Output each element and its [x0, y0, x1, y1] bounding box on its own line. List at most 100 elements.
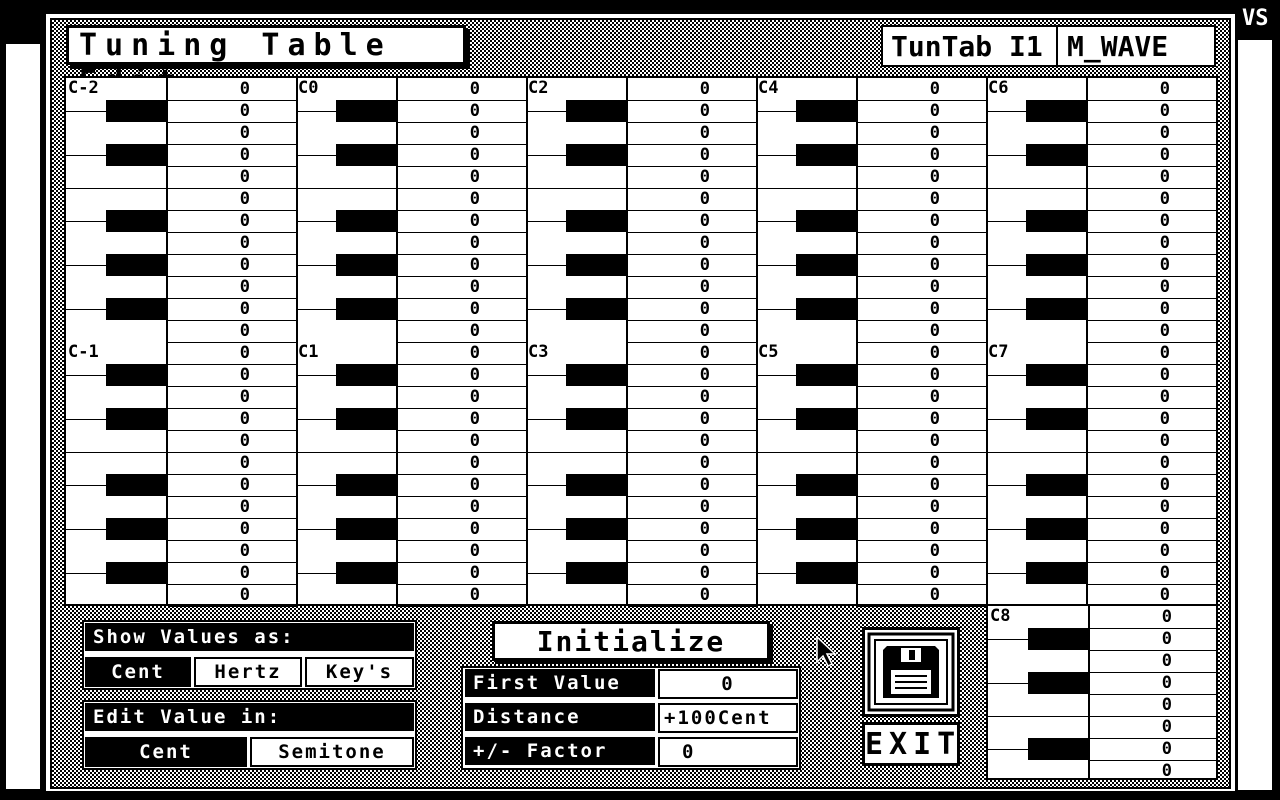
note-value-row[interactable]: 0: [168, 452, 296, 475]
note-value-row[interactable]: 0: [168, 100, 296, 123]
note-value-row[interactable]: 0: [398, 100, 526, 123]
black-key[interactable]: [336, 210, 396, 232]
note-value-row[interactable]: 0: [1088, 452, 1216, 475]
note-value-row[interactable]: 0: [398, 298, 526, 321]
note-value-row[interactable]: 0: [628, 166, 756, 189]
note-value-row[interactable]: 0: [628, 254, 756, 277]
black-key[interactable]: [336, 144, 396, 166]
note-value-row[interactable]: 0: [1088, 364, 1216, 387]
black-key[interactable]: [106, 298, 166, 320]
note-value-row[interactable]: 0: [1088, 254, 1216, 277]
black-key[interactable]: [106, 210, 166, 232]
note-value-row[interactable]: 0: [628, 452, 756, 475]
note-value-row[interactable]: 0: [1090, 716, 1216, 739]
note-value-row[interactable]: 0: [398, 408, 526, 431]
black-key[interactable]: [336, 408, 396, 430]
note-value-row[interactable]: 0: [168, 298, 296, 321]
note-value-row[interactable]: 0: [168, 78, 296, 101]
note-value-row[interactable]: 0: [858, 100, 986, 123]
edit-cent-button[interactable]: Cent: [85, 737, 247, 767]
note-value-row[interactable]: 0: [168, 276, 296, 299]
show-hertz-button[interactable]: Hertz: [194, 657, 302, 687]
note-value-row[interactable]: 0: [858, 320, 986, 343]
note-value-row[interactable]: 0: [858, 474, 986, 497]
black-key[interactable]: [796, 474, 856, 496]
note-value-row[interactable]: 0: [398, 452, 526, 475]
note-value-row[interactable]: 0: [858, 540, 986, 563]
black-key[interactable]: [106, 364, 166, 386]
note-value-row[interactable]: 0: [398, 232, 526, 255]
note-value-row[interactable]: 0: [398, 320, 526, 343]
black-key[interactable]: [796, 210, 856, 232]
note-value-row[interactable]: 0: [1088, 166, 1216, 189]
save-disk-button[interactable]: [862, 627, 960, 717]
black-key[interactable]: [796, 100, 856, 122]
note-value-row[interactable]: 0: [858, 562, 986, 585]
edit-semitone-button[interactable]: Semitone: [250, 737, 414, 767]
black-key[interactable]: [566, 562, 626, 584]
note-value-row[interactable]: 0: [628, 276, 756, 299]
black-key[interactable]: [336, 518, 396, 540]
note-value-row[interactable]: 0: [168, 188, 296, 211]
note-value-row[interactable]: 0: [628, 364, 756, 387]
note-value-row[interactable]: 0: [398, 386, 526, 409]
black-key[interactable]: [796, 298, 856, 320]
note-value-row[interactable]: 0: [858, 232, 986, 255]
note-value-row[interactable]: 0: [168, 320, 296, 343]
note-value-row[interactable]: 0: [1088, 144, 1216, 167]
black-key[interactable]: [1028, 628, 1088, 650]
note-value-row[interactable]: 0: [398, 122, 526, 145]
note-value-row[interactable]: 0: [628, 320, 756, 343]
black-key[interactable]: [1028, 738, 1088, 760]
factor-field[interactable]: 0: [658, 737, 798, 767]
black-key[interactable]: [1026, 474, 1086, 496]
note-value-row[interactable]: 0: [168, 144, 296, 167]
note-value-row[interactable]: 0: [1088, 496, 1216, 519]
note-value-row[interactable]: 0: [1090, 650, 1216, 673]
note-value-row[interactable]: 0: [168, 386, 296, 409]
note-value-row[interactable]: 0: [628, 562, 756, 585]
note-value-row[interactable]: 0: [1088, 122, 1216, 145]
note-value-row[interactable]: 0: [628, 78, 756, 101]
note-value-row[interactable]: 0: [628, 188, 756, 211]
table-name[interactable]: M_WAVE: [1053, 27, 1168, 67]
note-value-row[interactable]: 0: [168, 254, 296, 277]
note-value-row[interactable]: 0: [628, 408, 756, 431]
note-value-row[interactable]: 0: [1090, 694, 1216, 717]
note-value-row[interactable]: 0: [168, 342, 296, 365]
distance-field[interactable]: +100Cent: [658, 703, 798, 733]
note-value-row[interactable]: 0: [168, 518, 296, 541]
show-cent-button[interactable]: Cent: [85, 657, 191, 687]
note-value-row[interactable]: 0: [1090, 672, 1216, 695]
black-key[interactable]: [106, 100, 166, 122]
note-value-row[interactable]: 0: [1090, 606, 1216, 629]
table-selector[interactable]: TunTab I1 M_WAVE: [881, 25, 1216, 67]
note-value-row[interactable]: 0: [398, 584, 526, 607]
note-value-row[interactable]: 0: [858, 210, 986, 233]
note-value-row[interactable]: 0: [858, 584, 986, 607]
note-value-row[interactable]: 0: [168, 408, 296, 431]
note-value-row[interactable]: 0: [858, 386, 986, 409]
note-value-row[interactable]: 0: [1090, 738, 1216, 761]
black-key[interactable]: [106, 408, 166, 430]
note-value-row[interactable]: 0: [1088, 276, 1216, 299]
black-key[interactable]: [1026, 298, 1086, 320]
note-value-row[interactable]: 0: [1090, 760, 1216, 778]
note-value-row[interactable]: 0: [858, 342, 986, 365]
black-key[interactable]: [1026, 100, 1086, 122]
note-value-row[interactable]: 0: [168, 496, 296, 519]
note-value-row[interactable]: 0: [398, 144, 526, 167]
note-value-row[interactable]: 0: [398, 474, 526, 497]
note-value-row[interactable]: 0: [858, 430, 986, 453]
note-value-row[interactable]: 0: [628, 430, 756, 453]
black-key[interactable]: [796, 364, 856, 386]
first-value-field[interactable]: 0: [658, 669, 798, 699]
black-key[interactable]: [336, 364, 396, 386]
note-value-row[interactable]: 0: [628, 144, 756, 167]
note-value-row[interactable]: 0: [858, 78, 986, 101]
note-value-row[interactable]: 0: [858, 408, 986, 431]
note-value-row[interactable]: 0: [858, 122, 986, 145]
note-value-row[interactable]: 0: [398, 166, 526, 189]
note-value-row[interactable]: 0: [1088, 540, 1216, 563]
note-value-row[interactable]: 0: [168, 584, 296, 607]
